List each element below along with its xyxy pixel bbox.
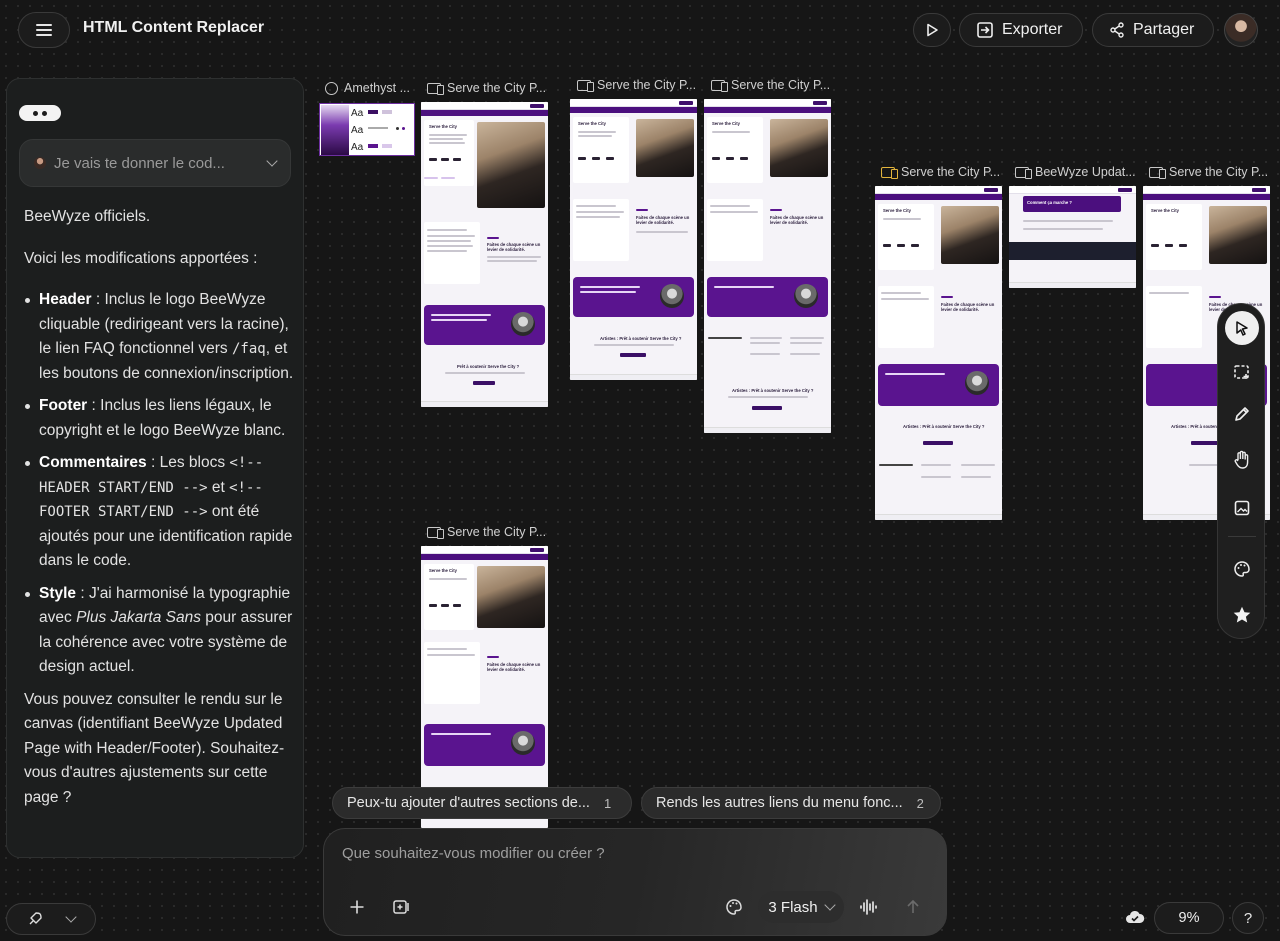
suggestion-label: Peux-tu ajouter d'autres sections de... xyxy=(347,795,590,811)
suggestion-chip[interactable]: Rends les autres liens du menu fonc... 2 xyxy=(641,787,941,819)
avatar xyxy=(34,157,46,169)
responsive-device-icon xyxy=(881,166,898,179)
palette-icon xyxy=(325,81,338,95)
page-frame[interactable]: Serve the City Faites de chaque scène un… xyxy=(421,102,548,407)
responsive-device-icon xyxy=(577,79,594,92)
composer: Que souhaitez-vous modifier ou créer ? 3… xyxy=(323,828,947,936)
insert-component-button[interactable] xyxy=(390,895,412,919)
composer-input[interactable]: Que souhaitez-vous modifier ou créer ? xyxy=(342,845,605,862)
page-frame-selected[interactable]: Serve the City Faites de chaque scène un… xyxy=(875,186,1002,520)
hamburger-icon xyxy=(36,24,52,36)
cloud-saved-icon xyxy=(1125,909,1145,930)
frame-label-selected[interactable]: Serve the City P... xyxy=(881,165,1000,179)
area-select-tool-button[interactable] xyxy=(1225,355,1259,389)
suggestion-count: 2 xyxy=(916,795,924,811)
frame-label-theme[interactable]: Amethyst ... xyxy=(325,81,410,95)
select-tool-button[interactable] xyxy=(1225,311,1259,345)
add-attachment-button[interactable] xyxy=(346,895,368,919)
theme-tool-button[interactable] xyxy=(1225,552,1259,586)
rocket-icon xyxy=(29,912,42,925)
plus-icon xyxy=(350,900,364,914)
image-icon xyxy=(1234,500,1250,516)
send-button[interactable] xyxy=(902,895,924,919)
share-button[interactable]: Partager xyxy=(1092,13,1214,47)
arrow-up-icon xyxy=(907,899,919,913)
page-frame[interactable]: Serve the City Faites de chaque scène un… xyxy=(421,546,548,828)
responsive-device-icon xyxy=(1149,166,1166,179)
chat-panel: Je vais te donner le cod... BeeWyze offi… xyxy=(6,78,304,858)
chevron-down-icon xyxy=(266,155,278,167)
preview-play-button[interactable] xyxy=(913,13,951,47)
hand-icon xyxy=(1234,450,1249,469)
pan-tool-button[interactable] xyxy=(1225,443,1259,477)
suggestion-label: Rends les autres liens du menu fonc... xyxy=(656,795,903,811)
export-button[interactable]: Exporter xyxy=(959,13,1083,47)
waveform-icon xyxy=(860,899,877,915)
page-frame[interactable]: Serve the City Faites de chaque scène un… xyxy=(570,99,697,380)
theme-button[interactable] xyxy=(723,895,745,919)
list-item: Footer : Inclus les liens légaux, le cop… xyxy=(24,394,296,443)
responsive-device-icon xyxy=(1015,166,1032,179)
palette-icon xyxy=(1234,561,1250,577)
change-list: Header : Inclus le logo BeeWyze cliquabl… xyxy=(24,288,296,680)
favorites-tool-button[interactable] xyxy=(1225,598,1259,632)
responsive-device-icon xyxy=(711,79,728,92)
pencil-icon xyxy=(1235,407,1249,421)
cursor-icon xyxy=(1236,321,1248,336)
frame-label[interactable]: Serve the City P... xyxy=(577,78,696,92)
frame-label[interactable]: Serve the City P... xyxy=(1149,165,1268,179)
typing-indicator xyxy=(19,105,61,121)
draw-tool-button[interactable] xyxy=(1225,397,1259,431)
add-frame-icon xyxy=(393,900,409,914)
toolbar-divider xyxy=(1228,536,1256,537)
message-text: BeeWyze officiels. xyxy=(24,208,151,225)
chevron-down-icon xyxy=(65,911,77,923)
message-lead: Voici les modifications apportées : xyxy=(24,249,258,267)
export-label: Exporter xyxy=(1002,21,1063,38)
zoom-level[interactable]: 9% xyxy=(1154,902,1224,934)
page-frame[interactable]: Comment ça marche ? xyxy=(1009,186,1136,288)
suggestion-chip[interactable]: Peux-tu ajouter d'autres sections de... … xyxy=(332,787,632,819)
list-item: Commentaires : Les blocs <!-- HEADER STA… xyxy=(24,451,296,574)
responsive-device-icon xyxy=(427,82,444,95)
message-closing: Vous pouvez consulter le rendu sur le ca… xyxy=(24,690,285,806)
play-icon xyxy=(927,23,938,37)
image-tool-button[interactable] xyxy=(1225,491,1259,525)
theme-frame[interactable]: Aa Aa Aa xyxy=(319,103,415,156)
model-label: 3 Flash xyxy=(768,898,818,916)
app-title: HTML Content Replacer xyxy=(83,19,265,36)
help-button[interactable]: ? xyxy=(1232,902,1264,934)
frame-label[interactable]: Serve the City P... xyxy=(427,525,546,539)
chevron-down-icon xyxy=(823,899,836,911)
marquee-select-icon xyxy=(1234,365,1249,379)
share-icon xyxy=(1110,22,1124,38)
frame-label[interactable]: BeeWyze Updat... xyxy=(1015,165,1136,179)
user-avatar[interactable] xyxy=(1224,13,1258,47)
previous-prompt-text: Je vais te donner le cod... xyxy=(54,154,225,172)
frame-label[interactable]: Serve the City P... xyxy=(711,78,830,92)
frame-label[interactable]: Serve the City P... xyxy=(427,81,546,95)
suggestion-count: 1 xyxy=(603,795,612,811)
voice-input-button[interactable] xyxy=(858,895,880,919)
previous-prompt-chip[interactable]: Je vais te donner le cod... xyxy=(19,139,291,187)
page-frame[interactable]: Serve the City Faites de chaque scène un… xyxy=(704,99,831,433)
export-icon xyxy=(977,22,993,38)
model-selector[interactable]: 3 Flash xyxy=(758,891,844,923)
list-item: Style : J'ai harmonisé la typographie av… xyxy=(24,582,296,680)
star-icon xyxy=(1233,606,1251,623)
palette-icon xyxy=(726,899,742,915)
assistant-message: BeeWyze officiels. Voici les modificatio… xyxy=(24,205,296,827)
mode-selector[interactable] xyxy=(6,903,96,935)
responsive-device-icon xyxy=(427,526,444,539)
canvas-toolbar xyxy=(1217,303,1265,639)
share-label: Partager xyxy=(1133,21,1195,38)
list-item: Header : Inclus le logo BeeWyze cliquabl… xyxy=(24,288,296,386)
menu-button[interactable] xyxy=(18,12,70,48)
